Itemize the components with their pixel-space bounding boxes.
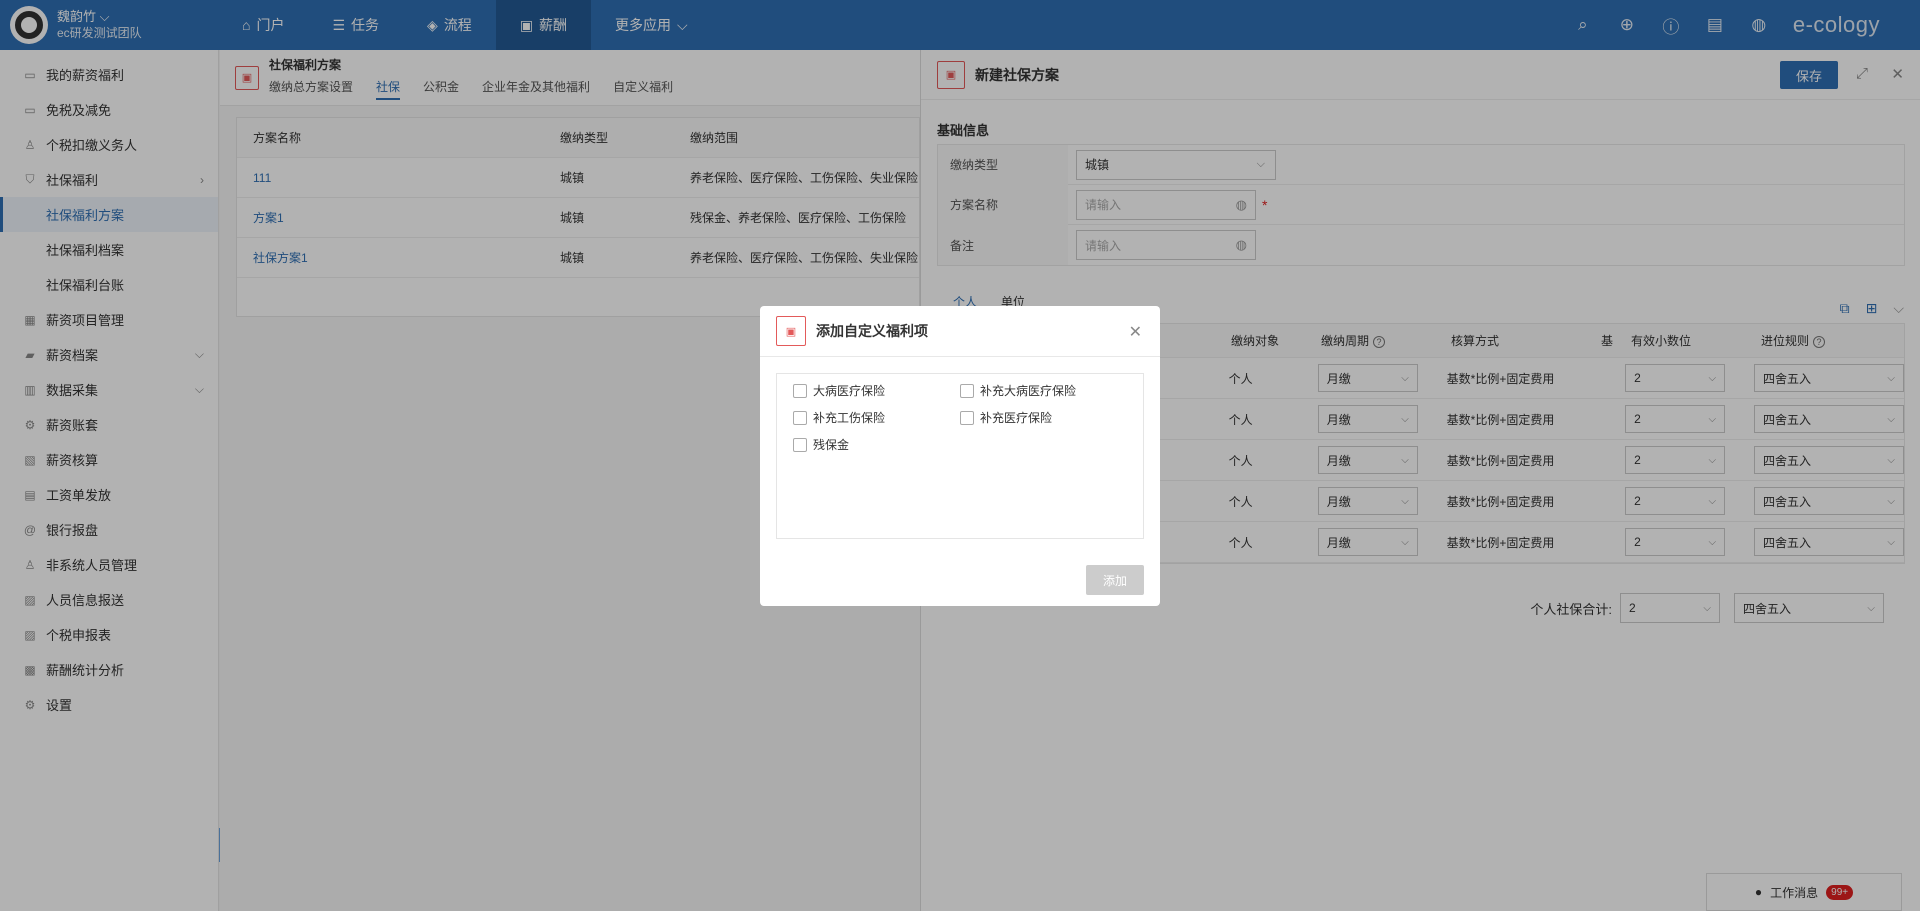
add-button[interactable]: 添加	[1086, 565, 1144, 595]
option-supplementary-medical[interactable]: 补充医疗保险	[960, 409, 1127, 426]
checkbox[interactable]	[793, 410, 807, 425]
checkbox[interactable]	[793, 383, 807, 398]
add-custom-welfare-dialog: ▣ 添加自定义福利项 ✕ 大病医疗保险 补充大病医疗保险 补充工伤保险 补充医疗…	[760, 306, 1160, 606]
option-supplementary-serious-illness[interactable]: 补充大病医疗保险	[960, 382, 1127, 399]
money-icon: ▣	[776, 316, 806, 346]
checkbox[interactable]	[960, 410, 974, 425]
close-icon[interactable]: ✕	[1129, 322, 1142, 342]
dialog-title: 添加自定义福利项	[816, 323, 928, 339]
option-serious-illness[interactable]: 大病医疗保险	[793, 382, 960, 399]
checkbox[interactable]	[960, 383, 974, 398]
checkbox[interactable]	[793, 437, 807, 452]
option-supplementary-injury[interactable]: 补充工伤保险	[793, 409, 960, 426]
welfare-options: 大病医疗保险 补充大病医疗保险 补充工伤保险 补充医疗保险 残保金	[776, 373, 1144, 539]
option-disability-fund[interactable]: 残保金	[793, 436, 960, 453]
